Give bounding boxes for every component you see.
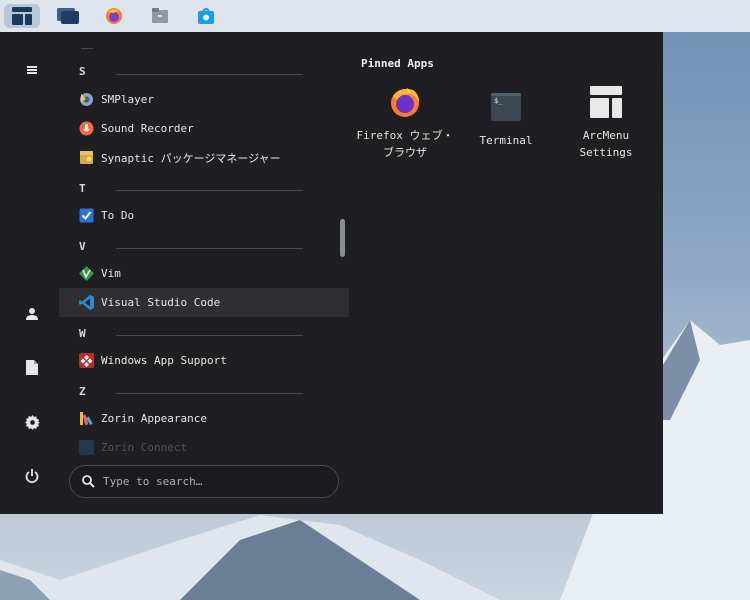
wine-icon — [79, 353, 94, 368]
firefox-icon — [391, 88, 419, 117]
list-item[interactable]: Windows App Support — [59, 346, 349, 375]
arcmenu-layout-icon — [590, 86, 622, 118]
arcmenu-layout-icon — [12, 7, 32, 25]
app-label: Windows App Support — [101, 354, 227, 367]
section-letter: W — [79, 327, 86, 340]
vscode-icon — [79, 295, 94, 310]
list-item[interactable]: SMPlayer — [59, 85, 349, 114]
app-label: Zorin Connect — [101, 441, 188, 454]
list-item[interactable]: Vim — [59, 259, 349, 288]
smplayer-icon — [79, 92, 94, 107]
software-store-taskbar-button[interactable] — [188, 4, 224, 28]
user-icon — [26, 308, 38, 320]
files-icon — [152, 8, 168, 23]
document-icon — [26, 359, 38, 375]
window-overview-button[interactable] — [50, 4, 86, 28]
menu-side-rail — [0, 32, 60, 514]
app-list: S SMPlayer Sound Recorder Synaptic パッケージ… — [59, 32, 349, 462]
documents-button[interactable] — [20, 355, 44, 379]
app-label: Sound Recorder — [101, 122, 194, 135]
power-button[interactable] — [20, 464, 44, 488]
arcmenu-button[interactable] — [4, 4, 40, 28]
firefox-icon — [106, 8, 122, 24]
software-store-icon — [198, 8, 214, 24]
pinned-app-label: ArcMenu Settings — [579, 129, 633, 159]
section-divider — [81, 48, 93, 49]
list-item[interactable]: Zorin Connect — [59, 433, 349, 462]
hamburger-menu-icon — [27, 66, 37, 74]
pinned-app-label: Firefox ウェブ・ブラウザ — [356, 129, 454, 159]
section-letter: V — [79, 240, 86, 253]
app-label: Visual Studio Code — [101, 296, 221, 309]
app-label: SMPlayer — [101, 93, 154, 106]
pinned-app-arcmenu-settings[interactable]: ArcMenu Settings — [556, 85, 656, 161]
section-letter: T — [79, 182, 86, 195]
list-item[interactable]: To Do — [59, 201, 349, 230]
list-item-selected[interactable]: Visual Studio Code — [59, 288, 349, 317]
pinned-apps-title: Pinned Apps — [361, 57, 434, 70]
section-divider — [116, 248, 303, 249]
checkbox-icon — [79, 208, 94, 223]
brushes-icon — [79, 411, 94, 426]
terminal-icon: $_ — [491, 93, 521, 121]
user-button[interactable] — [20, 302, 44, 326]
search-input[interactable] — [103, 475, 303, 488]
synaptic-package-icon — [79, 150, 94, 165]
list-item[interactable]: Zorin Appearance — [59, 404, 349, 433]
svg-text:$_: $_ — [494, 97, 503, 105]
section-divider — [116, 393, 303, 394]
window-overview-icon — [57, 8, 79, 24]
list-item[interactable]: Sound Recorder — [59, 114, 349, 143]
menu-toggle-button[interactable] — [20, 58, 44, 82]
arcmenu-panel: S SMPlayer Sound Recorder Synaptic パッケージ… — [0, 32, 663, 514]
settings-gear-icon — [24, 414, 40, 430]
microphone-icon — [79, 121, 94, 136]
phone-icon — [79, 440, 94, 455]
power-icon — [25, 469, 39, 483]
section-divider — [116, 335, 303, 336]
taskbar — [0, 0, 750, 32]
section-divider — [116, 74, 303, 75]
search-box[interactable] — [69, 465, 339, 498]
app-label: Vim — [101, 267, 121, 280]
app-label: Zorin Appearance — [101, 412, 207, 425]
search-icon — [82, 475, 95, 488]
app-label: Synaptic パッケージマネージャー — [101, 151, 281, 165]
section-divider — [116, 190, 303, 191]
pinned-app-firefox[interactable]: Firefox ウェブ・ブラウザ — [355, 85, 455, 161]
firefox-taskbar-button[interactable] — [96, 4, 132, 28]
section-letter: S — [79, 65, 86, 78]
app-list-scrollbar[interactable] — [340, 219, 345, 257]
section-letter: Z — [79, 385, 86, 398]
pinned-app-terminal[interactable]: $_ Terminal — [456, 90, 556, 149]
files-taskbar-button[interactable] — [142, 4, 178, 28]
vim-icon — [79, 266, 94, 281]
list-item[interactable]: Synaptic パッケージマネージャー — [59, 143, 349, 172]
app-label: To Do — [101, 209, 135, 222]
pinned-app-label: Terminal — [479, 134, 533, 147]
settings-button[interactable] — [20, 410, 44, 434]
